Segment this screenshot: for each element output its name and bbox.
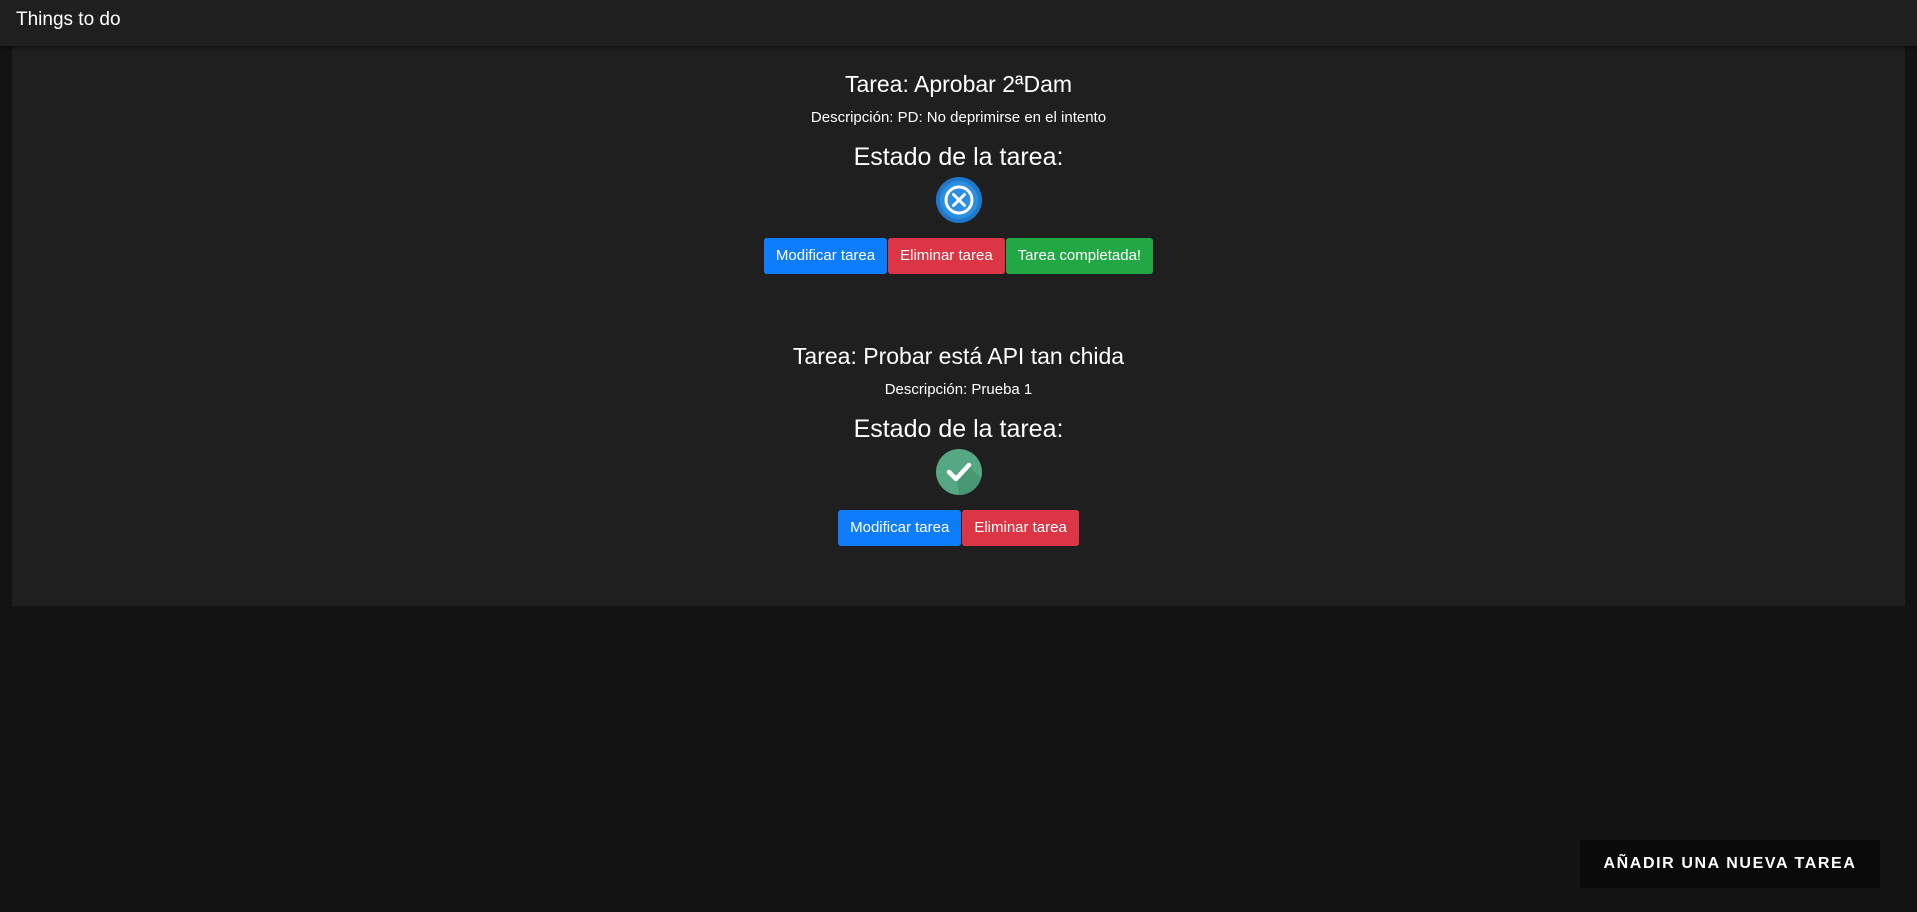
task-item: Tarea: Aprobar 2ªDam Descripción: PD: No… <box>12 46 1905 274</box>
modify-task-button[interactable]: Modificar tarea <box>763 238 888 274</box>
task-title: Tarea: Aprobar 2ªDam <box>844 71 1073 97</box>
add-task-button[interactable]: AÑADIR UNA NUEVA TAREA <box>1580 840 1880 888</box>
app-bar: Things to do <box>0 0 1917 46</box>
x-circle-icon <box>935 177 982 223</box>
check-circle-icon <box>935 449 982 495</box>
status-heading: Estado de la tarea: <box>853 143 1064 171</box>
delete-task-button[interactable]: Eliminar tarea <box>888 238 1005 274</box>
task-title: Tarea: Probar está API tan chida <box>792 343 1125 369</box>
status-heading: Estado de la tarea: <box>853 415 1064 443</box>
modify-task-button[interactable]: Modificar tarea <box>838 510 962 546</box>
delete-task-button[interactable]: Eliminar tarea <box>962 510 1079 546</box>
complete-task-button[interactable]: Tarea completada! <box>1005 238 1154 274</box>
task-description: Descripción: Prueba 1 <box>884 381 1033 398</box>
task-description: Descripción: PD: No deprimirse en el int… <box>810 109 1107 126</box>
task-list: Tarea: Aprobar 2ªDam Descripción: PD: No… <box>12 46 1905 606</box>
app-title: Things to do <box>16 9 121 30</box>
task-item: Tarea: Probar está API tan chida Descrip… <box>12 318 1905 546</box>
